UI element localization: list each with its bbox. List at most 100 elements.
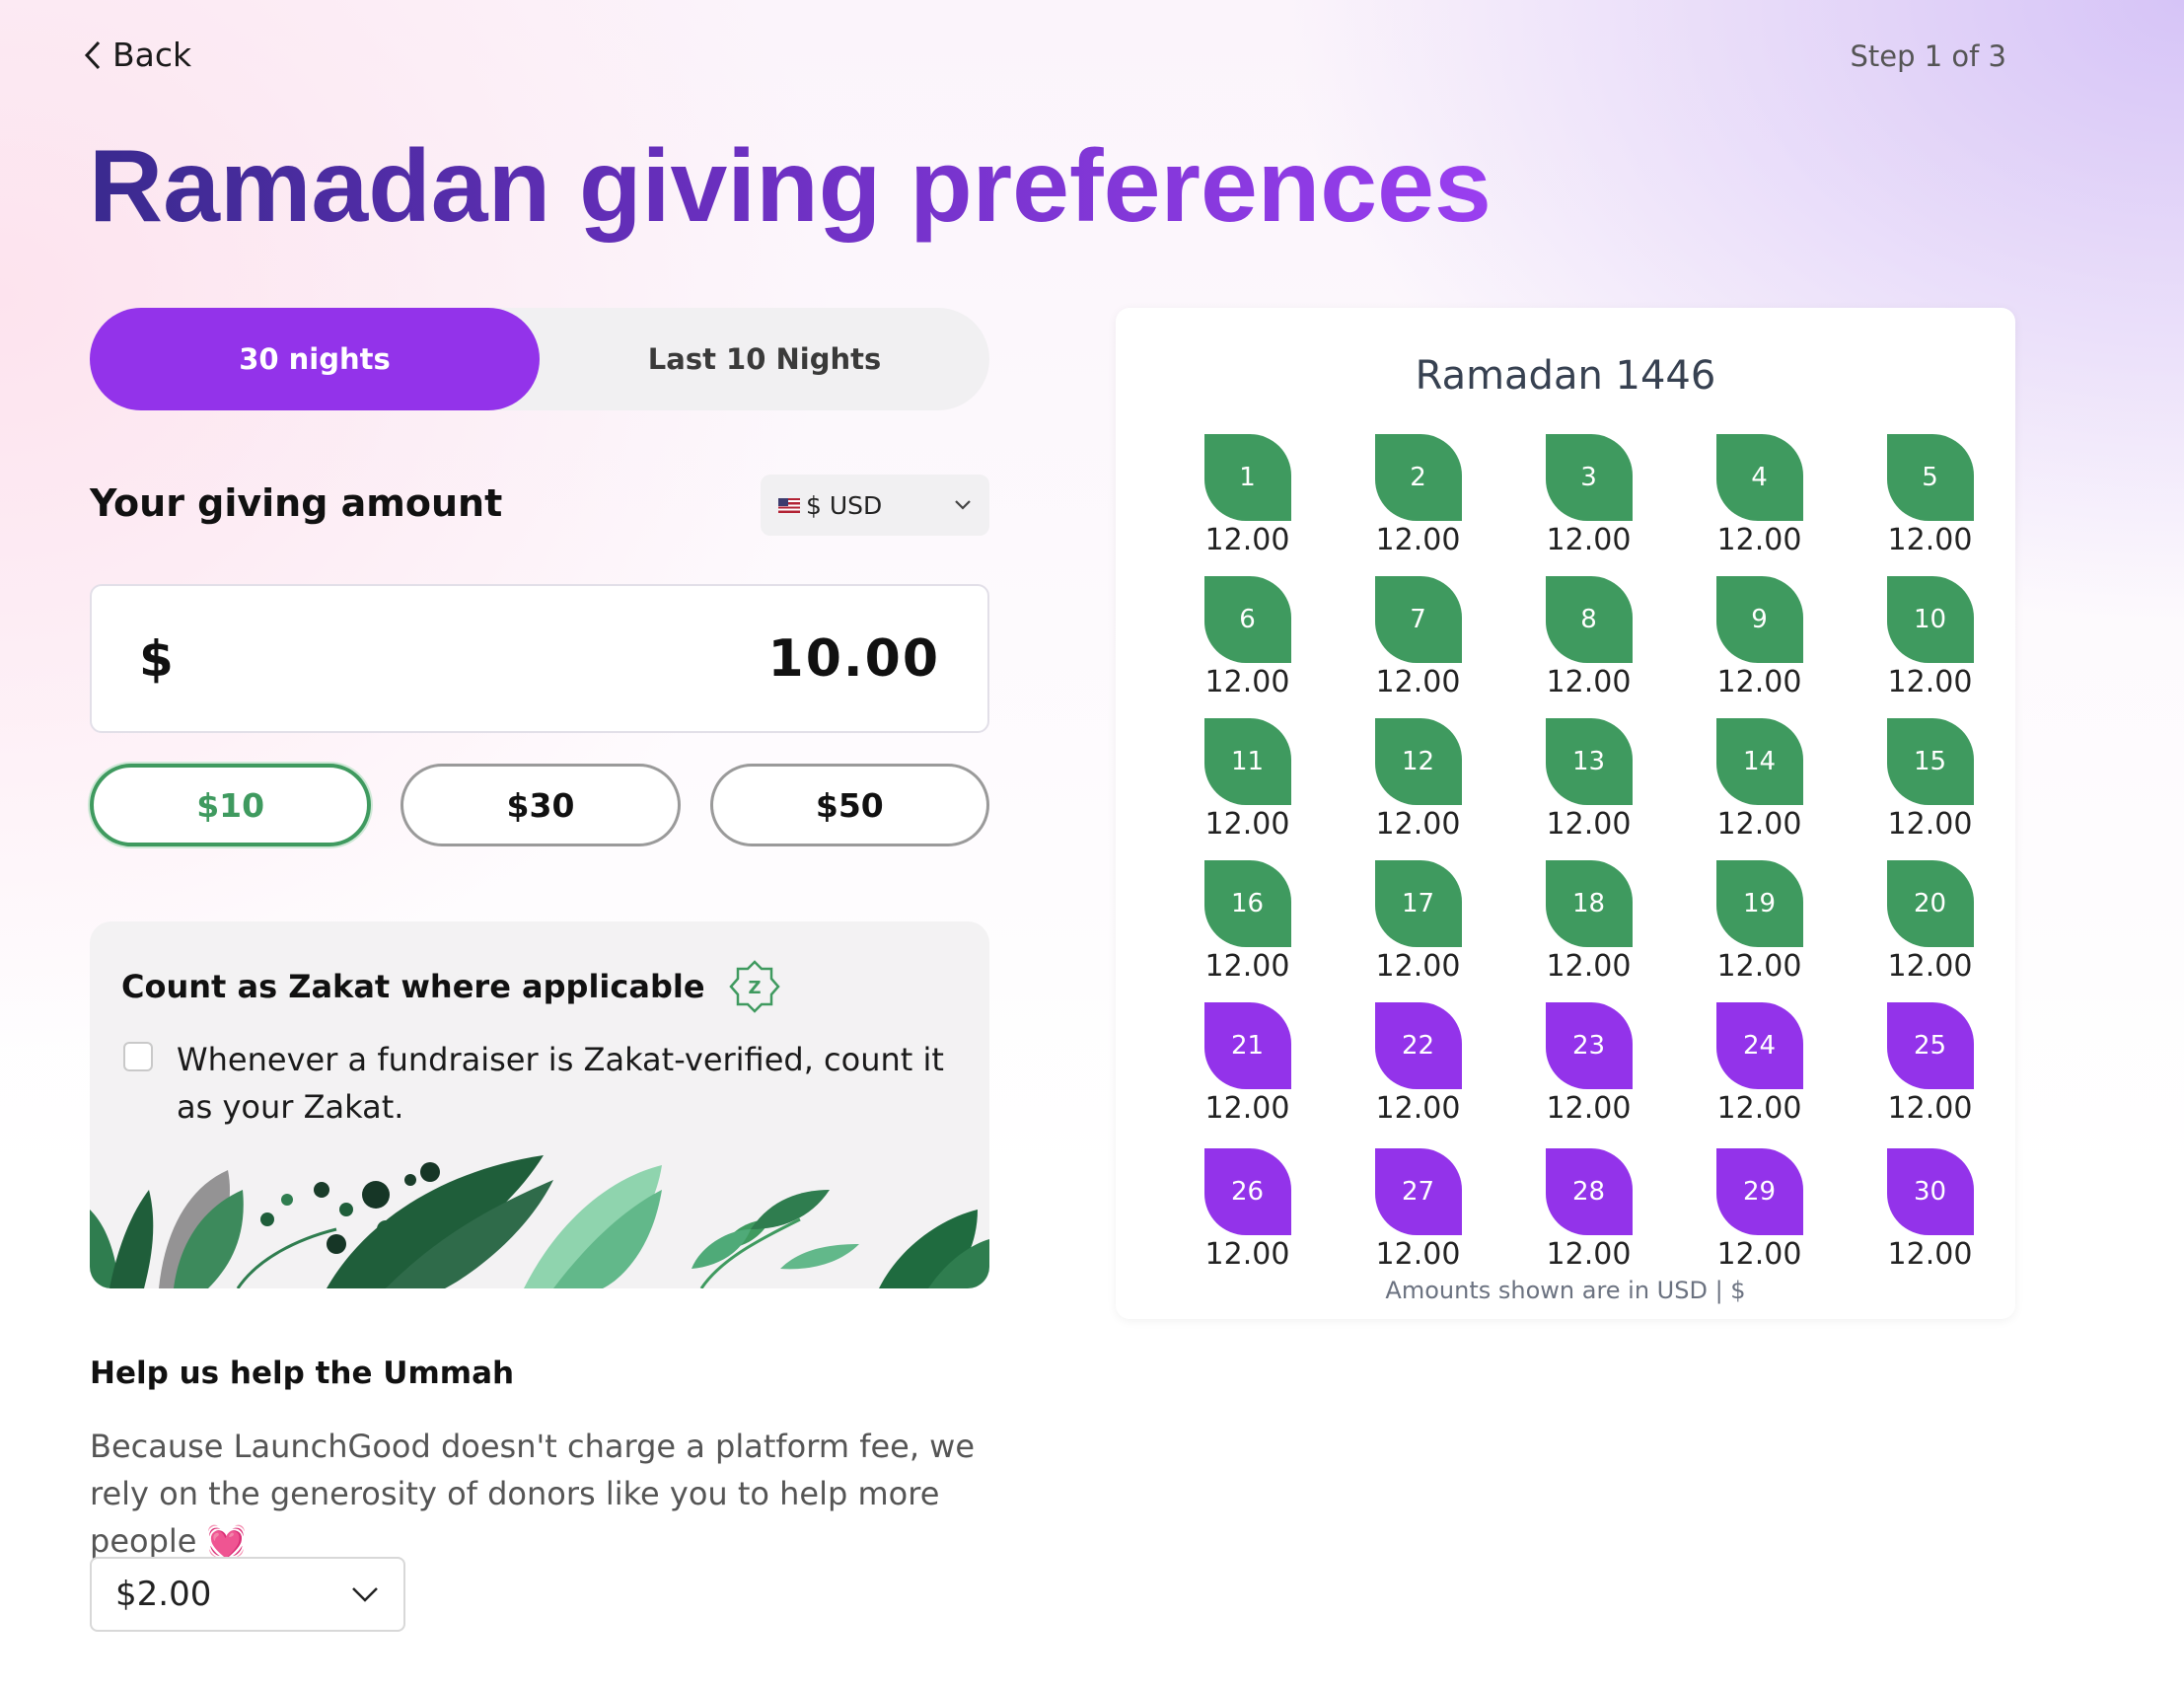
day-leaf-badge: 14	[1715, 718, 1803, 805]
day-leaf-badge: 25	[1886, 1002, 1974, 1089]
day-amount: 12.00	[1375, 1091, 1461, 1126]
day-amount: 12.00	[1546, 949, 1632, 984]
tip-value: $2.00	[115, 1575, 212, 1614]
calendar-day-14[interactable]: 14 12.00	[1674, 718, 1845, 843]
day-leaf-badge: 9	[1715, 576, 1803, 663]
duration-tabs: 30 nights Last 10 Nights	[90, 308, 989, 410]
day-amount: 12.00	[1546, 1091, 1632, 1126]
calendar-day-20[interactable]: 20 12.00	[1845, 860, 2015, 985]
day-leaf-badge: 17	[1374, 860, 1462, 947]
calendar-day-4[interactable]: 4 12.00	[1674, 434, 1845, 558]
tab-30-nights[interactable]: 30 nights	[90, 308, 540, 410]
day-amount: 12.00	[1375, 523, 1461, 557]
calendar-day-5[interactable]: 5 12.00	[1845, 434, 2015, 558]
day-leaf-badge: 28	[1545, 1148, 1633, 1235]
day-amount: 12.00	[1204, 807, 1290, 842]
day-leaf-badge: 13	[1545, 718, 1633, 805]
day-amount: 12.00	[1887, 1091, 1973, 1126]
back-button[interactable]: Back	[83, 36, 191, 74]
leaves-illustration	[90, 1155, 989, 1288]
day-amount: 12.00	[1716, 807, 1802, 842]
day-leaf-badge: 7	[1374, 576, 1462, 663]
day-leaf-badge: 16	[1203, 860, 1291, 947]
zakat-checkbox-label: Whenever a fundraiser is Zakat-verified,…	[177, 1041, 944, 1126]
step-indicator: Step 1 of 3	[1850, 39, 2006, 73]
calendar-day-23[interactable]: 23 12.00	[1503, 1002, 1674, 1127]
day-leaf-badge: 20	[1886, 860, 1974, 947]
calendar-day-9[interactable]: 9 12.00	[1674, 576, 1845, 700]
calendar-day-19[interactable]: 19 12.00	[1674, 860, 1845, 985]
calendar-day-30[interactable]: 30 12.00	[1845, 1148, 2015, 1273]
calendar-day-17[interactable]: 17 12.00	[1333, 860, 1503, 985]
day-amount: 12.00	[1887, 949, 1973, 984]
back-label: Back	[112, 36, 192, 74]
calendar-day-22[interactable]: 22 12.00	[1333, 1002, 1503, 1127]
day-leaf-badge: 19	[1715, 860, 1803, 947]
day-leaf-badge: 22	[1374, 1002, 1462, 1089]
day-amount: 12.00	[1204, 949, 1290, 984]
calendar-day-27[interactable]: 27 12.00	[1333, 1148, 1503, 1273]
calendar-day-1[interactable]: 1 12.00	[1162, 434, 1333, 558]
day-leaf-badge: 21	[1203, 1002, 1291, 1089]
calendar-day-11[interactable]: 11 12.00	[1162, 718, 1333, 843]
chevron-down-icon	[955, 500, 971, 510]
chevron-left-icon	[84, 40, 101, 69]
day-amount: 12.00	[1375, 807, 1461, 842]
currency-select[interactable]: $ USD	[761, 475, 989, 536]
calendar-day-29[interactable]: 29 12.00	[1674, 1148, 1845, 1273]
day-amount: 12.00	[1887, 665, 1973, 699]
zakat-badge-icon: Z	[728, 960, 780, 1013]
calendar-day-10[interactable]: 10 12.00	[1845, 576, 2015, 700]
tip-select[interactable]: $2.00	[90, 1557, 405, 1632]
calendar-day-26[interactable]: 26 12.00	[1162, 1148, 1333, 1273]
day-leaf-badge: 11	[1203, 718, 1291, 805]
calendar-day-24[interactable]: 24 12.00	[1674, 1002, 1845, 1127]
calendar-day-6[interactable]: 6 12.00	[1162, 576, 1333, 700]
zakat-badge-letter: Z	[748, 978, 761, 998]
preset-30-button[interactable]: $30	[400, 764, 681, 846]
day-amount: 12.00	[1887, 523, 1973, 557]
calendar-day-15[interactable]: 15 12.00	[1845, 718, 2015, 843]
calendar-day-13[interactable]: 13 12.00	[1503, 718, 1674, 843]
calendar-day-18[interactable]: 18 12.00	[1503, 860, 1674, 985]
day-leaf-badge: 6	[1203, 576, 1291, 663]
currency-symbol: $	[139, 629, 174, 688]
preset-10-button[interactable]: $10	[90, 764, 372, 846]
calendar-grid: 1 12.00 2 12.00 3 12.00 4 12.00 5 12.00 6 12.00 7 12.…	[1162, 434, 2015, 1273]
day-leaf-badge: 26	[1203, 1148, 1291, 1235]
day-leaf-badge: 1	[1203, 434, 1291, 521]
day-amount: 12.00	[1546, 523, 1632, 557]
calendar-day-25[interactable]: 25 12.00	[1845, 1002, 2015, 1127]
day-amount: 12.00	[1887, 807, 1973, 842]
day-amount: 12.00	[1716, 949, 1802, 984]
us-flag-icon	[778, 497, 800, 513]
day-amount: 12.00	[1546, 1237, 1632, 1272]
calendar-title: Ramadan 1446	[1415, 353, 1716, 399]
calendar-day-2[interactable]: 2 12.00	[1333, 434, 1503, 558]
calendar-day-7[interactable]: 7 12.00	[1333, 576, 1503, 700]
calendar-day-8[interactable]: 8 12.00	[1503, 576, 1674, 700]
day-leaf-badge: 3	[1545, 434, 1633, 521]
calendar-day-3[interactable]: 3 12.00	[1503, 434, 1674, 558]
day-leaf-badge: 12	[1374, 718, 1462, 805]
amount-input[interactable]: $ 10.00	[90, 584, 989, 733]
day-leaf-badge: 8	[1545, 576, 1633, 663]
day-leaf-badge: 10	[1886, 576, 1974, 663]
day-leaf-badge: 29	[1715, 1148, 1803, 1235]
calendar-day-12[interactable]: 12 12.00	[1333, 718, 1503, 843]
calendar-day-16[interactable]: 16 12.00	[1162, 860, 1333, 985]
zakat-title: Count as Zakat where applicable	[121, 968, 705, 1005]
day-amount: 12.00	[1887, 1237, 1973, 1272]
currency-value: $ USD	[806, 490, 883, 520]
preset-50-button[interactable]: $50	[709, 764, 989, 846]
tab-last-10-nights[interactable]: Last 10 Nights	[540, 308, 989, 410]
calendar-day-21[interactable]: 21 12.00	[1162, 1002, 1333, 1127]
day-leaf-badge: 27	[1374, 1148, 1462, 1235]
calendar-day-28[interactable]: 28 12.00	[1503, 1148, 1674, 1273]
zakat-heading: Count as Zakat where applicable Z	[121, 959, 782, 1014]
day-amount: 12.00	[1204, 1237, 1290, 1272]
day-leaf-badge: 5	[1886, 434, 1974, 521]
day-amount: 12.00	[1375, 1237, 1461, 1272]
day-amount: 12.00	[1204, 523, 1290, 557]
zakat-checkbox[interactable]	[123, 1042, 153, 1071]
